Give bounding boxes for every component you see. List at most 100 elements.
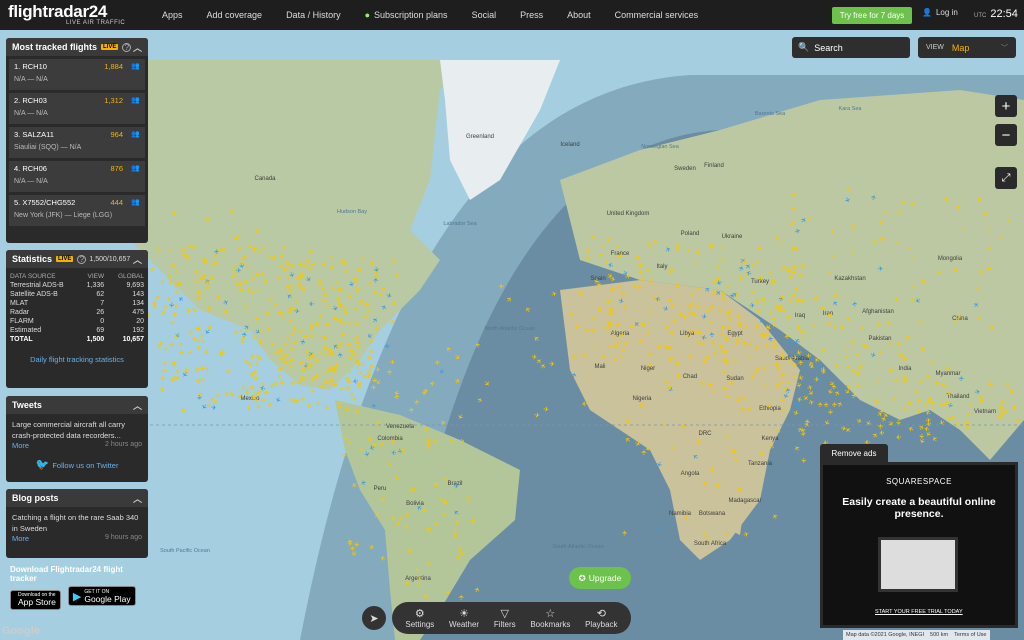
aircraft-marker[interactable]: ✈ xyxy=(245,262,251,269)
aircraft-marker[interactable]: ✈ xyxy=(707,380,714,388)
filters-button[interactable]: ▽ Filters xyxy=(494,608,516,629)
fullscreen-button[interactable]: ⤢ xyxy=(995,167,1017,189)
aircraft-marker[interactable]: ✈ xyxy=(414,565,421,572)
tracked-flight[interactable]: 1. RCH10 N/A — N/A 1,884 👥 xyxy=(9,59,145,90)
aircraft-marker[interactable]: ✈ xyxy=(236,268,242,275)
aircraft-marker[interactable]: ✈ xyxy=(215,393,221,400)
aircraft-marker[interactable]: ✈ xyxy=(877,266,884,273)
nav-data-history[interactable]: Data / History xyxy=(274,10,353,20)
aircraft-marker[interactable]: ✈ xyxy=(778,348,784,355)
aircraft-marker[interactable]: ✈ xyxy=(549,361,556,368)
aircraft-marker[interactable]: ✈ xyxy=(360,256,368,263)
aircraft-marker[interactable]: ✈ xyxy=(371,403,378,409)
aircraft-marker[interactable]: ✈ xyxy=(856,362,863,370)
aircraft-marker[interactable]: ✈ xyxy=(296,358,304,365)
aircraft-marker[interactable]: ✈ xyxy=(826,409,833,415)
aircraft-marker[interactable]: ✈ xyxy=(337,341,344,348)
most-tracked-header[interactable]: Most tracked flights LIVE ? ︿ xyxy=(6,38,148,56)
aircraft-marker[interactable]: ✈ xyxy=(734,336,741,343)
aircraft-marker[interactable]: ✈ xyxy=(799,457,806,463)
aircraft-marker[interactable]: ✈ xyxy=(961,226,968,232)
aircraft-marker[interactable]: ✈ xyxy=(443,589,450,595)
aircraft-marker[interactable]: ✈ xyxy=(709,331,717,338)
settings-button[interactable]: ⚙ Settings xyxy=(405,608,434,629)
zoom-in-button[interactable]: + xyxy=(995,95,1017,117)
aircraft-marker[interactable]: ✈ xyxy=(220,349,227,355)
aircraft-marker[interactable]: ✈ xyxy=(844,345,851,351)
playback-button[interactable]: ⟲ Playback xyxy=(585,608,617,629)
aircraft-marker[interactable]: ✈ xyxy=(580,399,587,407)
chevron-up-icon[interactable]: ︿ xyxy=(133,253,142,266)
blog-more-link[interactable]: More xyxy=(12,534,29,543)
aircraft-marker[interactable]: ✈ xyxy=(267,294,275,301)
aircraft-marker[interactable]: ✈ xyxy=(566,312,574,319)
aircraft-marker[interactable]: ✈ xyxy=(248,352,255,360)
aircraft-marker[interactable]: ✈ xyxy=(683,334,690,340)
aircraft-marker[interactable]: ✈ xyxy=(214,247,222,254)
aircraft-marker[interactable]: ✈ xyxy=(781,308,788,315)
view-selector[interactable]: VIEW Map ﹀ xyxy=(918,37,1016,58)
nav-about[interactable]: About xyxy=(555,10,603,20)
aircraft-marker[interactable]: ✈ xyxy=(179,407,187,414)
aircraft-marker[interactable]: ✈ xyxy=(789,269,796,275)
aircraft-marker[interactable]: ✈ xyxy=(300,269,306,276)
aircraft-marker[interactable]: ✈ xyxy=(987,380,993,387)
aircraft-marker[interactable]: ✈ xyxy=(195,327,202,334)
aircraft-marker[interactable]: ✈ xyxy=(300,375,307,381)
aircraft-marker[interactable]: ✈ xyxy=(280,379,287,385)
aircraft-marker[interactable]: ✈ xyxy=(591,316,597,323)
aircraft-marker[interactable]: ✈ xyxy=(365,373,372,381)
aircraft-marker[interactable]: ✈ xyxy=(351,305,358,311)
aircraft-marker[interactable]: ✈ xyxy=(312,374,319,380)
ad-banner[interactable]: SQUARESPACE Easily create a beautiful on… xyxy=(820,462,1018,628)
aircraft-marker[interactable]: ✈ xyxy=(314,358,320,365)
aircraft-marker[interactable]: ✈ xyxy=(637,269,643,276)
aircraft-marker[interactable]: ✈ xyxy=(675,371,682,379)
nav-add-coverage[interactable]: Add coverage xyxy=(195,10,275,20)
tracked-flight[interactable]: 3. SALZA11 Siauliai (SQQ) — N/A 964 👥 xyxy=(9,127,145,158)
aircraft-marker[interactable]: ✈ xyxy=(194,289,201,295)
aircraft-marker[interactable]: ✈ xyxy=(453,483,459,490)
aircraft-marker[interactable]: ✈ xyxy=(429,379,435,386)
aircraft-marker[interactable]: ✈ xyxy=(788,297,794,304)
aircraft-marker[interactable]: ✈ xyxy=(594,345,600,352)
aircraft-marker[interactable]: ✈ xyxy=(823,401,831,408)
aircraft-marker[interactable]: ✈ xyxy=(244,387,250,394)
chevron-up-icon[interactable]: ︿ xyxy=(133,41,142,54)
aircraft-marker[interactable]: ✈ xyxy=(791,205,799,212)
aircraft-marker[interactable]: ✈ xyxy=(730,447,738,454)
nav-press[interactable]: Press xyxy=(508,10,555,20)
aircraft-marker[interactable]: ✈ xyxy=(934,378,940,385)
help-icon[interactable]: ? xyxy=(77,254,87,264)
aircraft-marker[interactable]: ✈ xyxy=(959,375,966,381)
aircraft-marker[interactable]: ✈ xyxy=(224,368,231,374)
aircraft-marker[interactable]: ✈ xyxy=(172,376,178,383)
aircraft-marker[interactable]: ✈ xyxy=(894,420,901,426)
aircraft-marker[interactable]: ✈ xyxy=(256,339,263,345)
aircraft-marker[interactable]: ✈ xyxy=(391,448,397,455)
aircraft-marker[interactable]: ✈ xyxy=(775,381,783,388)
aircraft-marker[interactable]: ✈ xyxy=(622,530,629,536)
terms-link[interactable]: Terms of Use xyxy=(954,632,986,638)
aircraft-marker[interactable]: ✈ xyxy=(594,281,601,287)
ad-cta[interactable]: START YOUR FREE TRIAL TODAY xyxy=(875,609,963,615)
aircraft-marker[interactable]: ✈ xyxy=(906,246,914,253)
tweet-more-link[interactable]: More xyxy=(12,441,29,450)
aircraft-marker[interactable]: ✈ xyxy=(267,253,274,259)
aircraft-marker[interactable]: ✈ xyxy=(679,424,686,430)
aircraft-marker[interactable]: ✈ xyxy=(421,508,427,515)
aircraft-marker[interactable]: ✈ xyxy=(371,385,377,392)
aircraft-marker[interactable]: ✈ xyxy=(215,295,222,303)
remove-ads-button[interactable]: Remove ads xyxy=(820,444,888,462)
tracked-flight[interactable]: 2. RCH03 N/A — N/A 1,312 👥 xyxy=(9,93,145,124)
aircraft-marker[interactable]: ✈ xyxy=(787,339,794,347)
aircraft-marker[interactable]: ✈ xyxy=(691,261,698,267)
weather-button[interactable]: ☀ Weather xyxy=(449,608,479,629)
chevron-up-icon[interactable]: ︿ xyxy=(133,492,142,505)
aircraft-marker[interactable]: ✈ xyxy=(722,530,729,536)
aircraft-marker[interactable]: ✈ xyxy=(229,274,236,280)
aircraft-marker[interactable]: ✈ xyxy=(392,301,398,308)
aircraft-marker[interactable]: ✈ xyxy=(254,360,261,367)
aircraft-marker[interactable]: ✈ xyxy=(717,305,723,312)
follow-row[interactable]: 🐦 Follow us on Twitter xyxy=(6,458,148,471)
